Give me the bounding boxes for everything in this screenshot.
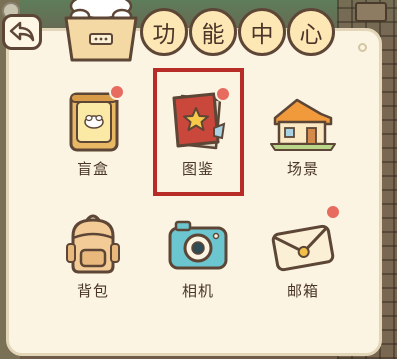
back-button[interactable] [2, 14, 42, 50]
notification-badge [325, 204, 341, 220]
title-char-2: 能 [189, 8, 237, 56]
title-char-1: 功 [140, 8, 188, 56]
highlight-box [153, 68, 244, 196]
envelope-icon [269, 204, 341, 278]
backpack-icon [59, 210, 127, 278]
blind-box-icon [59, 84, 127, 156]
menu-item-label: 场景 [286, 160, 319, 178]
menu-item-scene[interactable]: 场景 [255, 88, 351, 198]
menu-item-label: 邮箱 [286, 282, 319, 300]
menu-item-label: 盲盒 [76, 160, 109, 178]
house-scene-icon [269, 88, 337, 156]
camera-icon [164, 210, 232, 278]
title-char-4: 心 [287, 8, 335, 56]
background-mail-icon [355, 2, 387, 22]
back-arrow-icon [9, 21, 35, 42]
menu-item-blind-box[interactable]: 盲盒 [45, 84, 141, 198]
mascot-box-icon [60, 0, 142, 62]
title-char-3: 中 [238, 8, 286, 56]
menu-item-backpack[interactable]: 背包 [45, 210, 141, 320]
menu-item-mailbox[interactable]: 邮箱 [255, 204, 351, 320]
notification-badge [109, 84, 125, 100]
menu-item-camera[interactable]: 相机 [150, 210, 246, 320]
menu-item-label: 相机 [181, 282, 214, 300]
menu-item-label: 背包 [76, 282, 109, 300]
panel-corner-decoration [358, 43, 367, 52]
